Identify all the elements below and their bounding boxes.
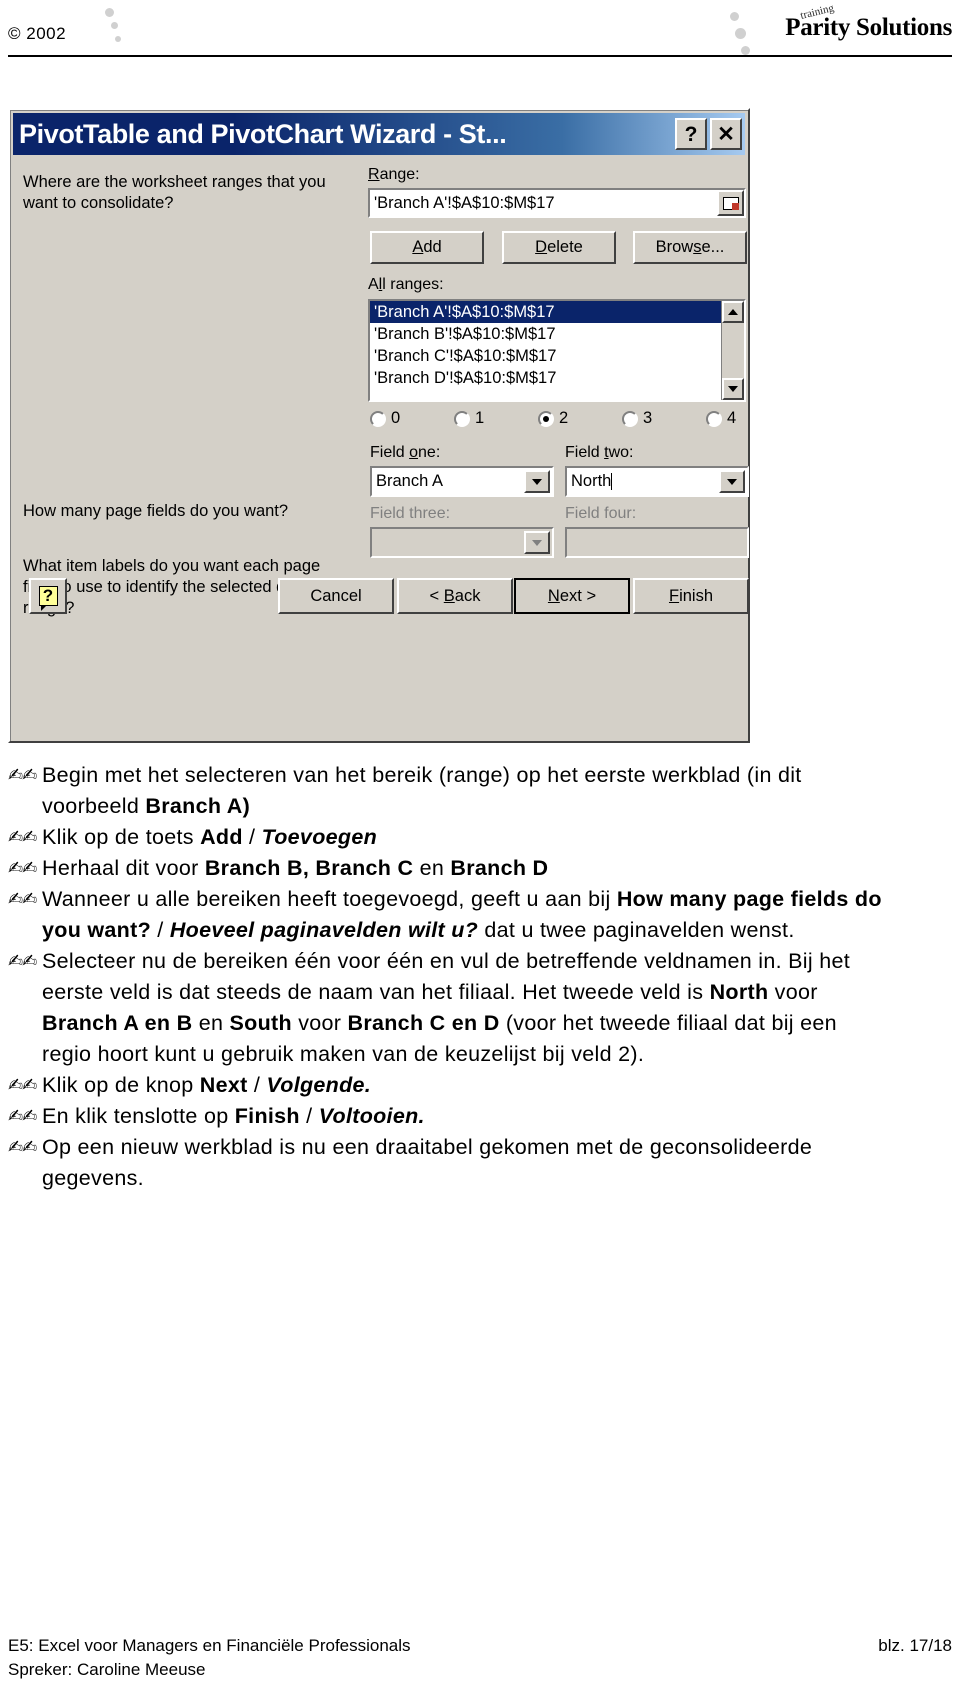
radio-label: 3 (643, 409, 653, 427)
page-header: © 2002 training Parity Solutions (0, 0, 960, 62)
scroll-down-icon[interactable] (722, 378, 744, 400)
add-button[interactable]: Add (370, 231, 484, 264)
range-label: Range: (368, 166, 420, 183)
finish-button[interactable]: Finish (633, 578, 749, 614)
chevron-down-icon[interactable] (719, 470, 745, 493)
radio-label: 4 (727, 409, 737, 427)
field-one-combobox[interactable]: Branch A (370, 466, 554, 497)
radio-icon[interactable] (706, 410, 722, 427)
dialog-body: Where are the worksheet ranges that you … (13, 158, 749, 738)
radio-page-fields-4[interactable]: 4 (706, 409, 736, 428)
footer-page-number: blz. 17/18 (878, 1636, 952, 1655)
field-one-value: Branch A (376, 472, 443, 490)
radio-page-fields-2[interactable]: 2 (538, 409, 568, 428)
radio-icon-selected[interactable] (538, 410, 554, 427)
instruction-item: ✍✍ Herhaal dit voor Branch B, Branch C en… (8, 853, 888, 884)
chevron-down-icon (524, 531, 550, 554)
radio-page-fields-0[interactable]: 0 (370, 409, 400, 428)
instruction-item: ✍✍ En klik tenslotte op Finish / Voltooie… (8, 1101, 888, 1132)
instruction-text: Op een nieuw werkblad is nu een draaitab… (42, 1135, 813, 1190)
parity-solutions-logo: training Parity Solutions (722, 2, 952, 48)
radio-label: 1 (475, 409, 485, 427)
chevron-down-icon[interactable] (524, 470, 550, 493)
dialog-help-button[interactable]: ? (29, 578, 67, 614)
range-input[interactable]: 'Branch A'!$A$10:$M$17 (368, 188, 746, 218)
instruction-item: ✍✍ Begin met het selecteren van het berei… (8, 760, 888, 822)
instruction-text: Begin met het selecteren van het bereik … (42, 763, 802, 818)
range-picker-icon (722, 196, 739, 210)
instruction-text: Klik op de knop Next / Volgende. (42, 1073, 372, 1097)
field-two-combobox[interactable]: North (565, 466, 749, 497)
instruction-item: ✍✍ Klik op de toets Add / Toevoegen (8, 822, 888, 853)
footer-course-title: E5: Excel voor Managers en Financiële Pr… (8, 1636, 411, 1655)
browse-button[interactable]: Browse... (633, 231, 747, 264)
field-two-label: Field two: (565, 444, 634, 461)
instruction-text: En klik tenslotte op Finish / Voltooien. (42, 1104, 425, 1128)
page-fields-radio-group: 0 1 2 3 4 (370, 409, 748, 433)
footer-speaker: Spreker: Caroline Meeuse (8, 1660, 206, 1679)
pencil-bullet-icon: ✍✍ (8, 951, 37, 972)
dialog-title: PivotTable and PivotChart Wizard - St... (19, 118, 507, 149)
list-item[interactable]: 'Branch B'!$A$10:$M$17 (370, 323, 722, 345)
radio-icon[interactable] (370, 410, 386, 427)
instruction-text: Wanneer u alle bereiken heeft toegevoegd… (42, 887, 882, 942)
decorative-dots-left (95, 8, 135, 56)
list-item[interactable]: 'Branch D'!$A$10:$M$17 (370, 367, 722, 389)
list-item[interactable]: 'Branch C'!$A$10:$M$17 (370, 345, 722, 367)
instruction-text: Herhaal dit voor Branch B, Branch C en B… (42, 856, 549, 880)
pencil-bullet-icon: ✍✍ (8, 858, 37, 879)
header-divider (8, 55, 952, 57)
prompt-page-fields-count: How many page fields do you want? (23, 502, 289, 520)
all-ranges-listbox[interactable]: 'Branch A'!$A$10:$M$17 'Branch B'!$A$10:… (368, 299, 746, 402)
titlebar-help-icon[interactable]: ? (675, 118, 707, 150)
dialog-titlebar[interactable]: PivotTable and PivotChart Wizard - St...… (13, 113, 745, 155)
radio-page-fields-1[interactable]: 1 (454, 409, 484, 428)
field-three-label: Field three: (370, 505, 451, 522)
radio-label: 0 (391, 409, 401, 427)
pencil-bullet-icon: ✍✍ (8, 1137, 37, 1158)
instruction-item: ✍✍ Op een nieuw werkblad is nu een draait… (8, 1132, 888, 1194)
field-four-combobox (565, 527, 749, 558)
radio-page-fields-3[interactable]: 3 (622, 409, 652, 428)
instruction-item: ✍✍ Wanneer u alle bereiken heeft toegevoe… (8, 884, 888, 946)
radio-icon[interactable] (622, 410, 638, 427)
field-one-label: Field one: (370, 444, 441, 461)
all-ranges-items: 'Branch A'!$A$10:$M$17 'Branch B'!$A$10:… (370, 301, 722, 389)
range-collapse-picker-button[interactable] (717, 190, 744, 216)
listbox-scrollbar[interactable] (721, 301, 744, 400)
question-mark-icon: ? (38, 586, 58, 611)
pencil-bullet-icon: ✍✍ (8, 765, 37, 786)
cancel-button[interactable]: Cancel (278, 578, 394, 614)
radio-label: 2 (559, 409, 569, 427)
field-two-value: North (571, 472, 613, 491)
pencil-bullet-icon: ✍✍ (8, 1106, 37, 1127)
all-ranges-label: All ranges: (368, 276, 444, 293)
page-footer: E5: Excel voor Managers en Financiële Pr… (8, 1634, 952, 1682)
logo-wordmark: Parity Solutions (785, 14, 952, 41)
field-three-combobox (370, 527, 554, 558)
back-button[interactable]: < Back (397, 578, 513, 614)
pivottable-wizard-dialog: PivotTable and PivotChart Wizard - St...… (8, 108, 750, 743)
copyright-notice: © 2002 (8, 24, 67, 43)
instruction-item: ✍✍ Selecteer nu de bereiken één voor één … (8, 946, 888, 1070)
prompt-worksheet-ranges: Where are the worksheet ranges that you … (23, 173, 326, 212)
radio-icon[interactable] (454, 410, 470, 427)
text-caret (611, 473, 613, 491)
pencil-bullet-icon: ✍✍ (8, 889, 37, 910)
instruction-list: ✍✍ Begin met het selecteren van het berei… (8, 760, 888, 1194)
next-button[interactable]: Next > (514, 578, 630, 614)
list-item[interactable]: 'Branch A'!$A$10:$M$17 (370, 301, 722, 323)
pencil-bullet-icon: ✍✍ (8, 1075, 37, 1096)
scroll-up-icon[interactable] (722, 301, 744, 323)
delete-button[interactable]: Delete (502, 231, 616, 264)
instruction-item: ✍✍ Klik op de knop Next / Volgende. (8, 1070, 888, 1101)
field-four-label: Field four: (565, 505, 637, 522)
instruction-text: Selecteer nu de bereiken één voor één en… (42, 949, 850, 1066)
close-icon[interactable]: ✕ (710, 118, 742, 150)
instruction-text: Klik op de toets Add / Toevoegen (42, 825, 378, 849)
pencil-bullet-icon: ✍✍ (8, 827, 37, 848)
